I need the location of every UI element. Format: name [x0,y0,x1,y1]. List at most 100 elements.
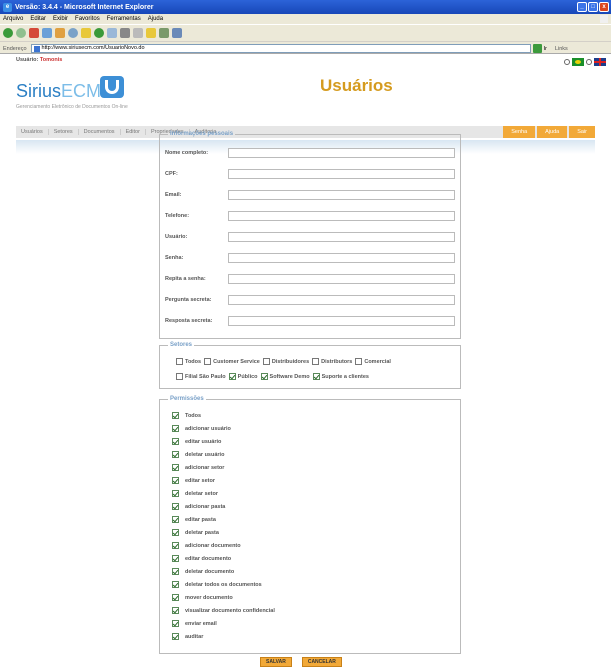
print-icon[interactable] [120,28,130,38]
permission-item[interactable]: auditar [172,633,203,640]
permission-checkbox[interactable] [172,477,179,484]
permission-item[interactable]: adicionar setor [172,464,224,471]
nav-senha-button[interactable]: Senha [503,126,536,138]
lang-en-radio[interactable] [586,59,592,65]
permission-item[interactable]: enviar email [172,620,217,627]
nav-setores[interactable]: Setores [49,129,79,135]
permission-checkbox[interactable] [172,490,179,497]
nav-ajuda-button[interactable]: Ajuda [537,126,568,138]
permission-item[interactable]: deletar documento [172,568,234,575]
setor-checkbox[interactable] [312,358,320,365]
setor-item[interactable]: Distributors [312,358,352,365]
favorites-icon[interactable] [81,28,91,38]
setor-item[interactable]: Todos [176,358,201,365]
setor-checkbox[interactable] [176,358,183,365]
go-icon[interactable] [532,44,542,53]
telefone-input[interactable] [228,211,455,221]
permission-item[interactable]: deletar usuário [172,451,224,458]
home-icon[interactable] [55,28,65,38]
resposta-secreta-input[interactable] [228,316,455,326]
setor-item[interactable]: Comercial [355,358,391,365]
permission-checkbox[interactable] [172,555,179,562]
folder-icon[interactable] [146,28,156,38]
edit-icon[interactable] [133,28,143,38]
permission-item[interactable]: adicionar pasta [172,503,225,510]
permission-checkbox[interactable] [172,620,179,627]
permission-checkbox[interactable] [172,516,179,523]
permission-checkbox[interactable] [172,581,179,588]
repita-senha-input[interactable] [228,274,455,284]
permission-item[interactable]: editar documento [172,555,231,562]
mail-icon[interactable] [107,28,117,38]
cpf-input[interactable] [228,169,455,179]
setor-item[interactable]: Filial São Paulo [176,373,226,380]
usuario-input[interactable] [228,232,455,242]
setor-checkbox[interactable] [312,373,320,380]
menu-exibir[interactable]: Exibir [53,16,68,22]
setor-item[interactable]: Software Demo [260,373,310,380]
cancel-button[interactable]: CANCELAR [301,657,342,667]
permission-checkbox[interactable] [172,607,179,614]
setor-checkbox[interactable] [355,358,363,365]
permission-item[interactable]: deletar todos os documentos [172,581,262,588]
menu-favoritos[interactable]: Favoritos [75,16,100,22]
setor-item[interactable]: Público [228,373,258,380]
permission-item[interactable]: visualizar documento confidencial [172,607,275,614]
nav-editor[interactable]: Editor [121,129,146,135]
permission-item[interactable]: deletar setor [172,490,218,497]
messenger-icon[interactable] [159,28,169,38]
maximize-button[interactable]: □ [588,2,598,12]
permission-item[interactable]: editar setor [172,477,215,484]
permission-checkbox[interactable] [172,464,179,471]
search-icon[interactable] [68,28,78,38]
address-input[interactable]: http://www.siriusecm.com/UsuarioNovo.do [30,44,531,53]
permission-item[interactable]: mover documento [172,594,233,601]
permission-checkbox[interactable] [172,503,179,510]
setor-item[interactable]: Distribuidores [262,358,309,365]
setor-checkbox[interactable] [176,373,183,380]
permission-item[interactable]: adicionar usuário [172,425,231,432]
menu-ajuda[interactable]: Ajuda [148,16,163,22]
uk-flag-icon[interactable] [594,58,606,66]
setor-checkbox[interactable] [204,358,212,365]
go-button[interactable]: Ir [544,46,547,52]
menu-editar[interactable]: Editar [30,16,46,22]
permission-item[interactable]: editar usuário [172,438,221,445]
permission-checkbox[interactable] [172,568,179,575]
nav-usuarios[interactable]: Usuários [16,129,49,135]
refresh-icon[interactable] [42,28,52,38]
menu-arquivo[interactable]: Arquivo [3,16,23,22]
forward-icon[interactable] [16,28,26,38]
setor-checkbox[interactable] [260,373,268,380]
menu-ferramentas[interactable]: Ferramentas [107,16,141,22]
permission-checkbox[interactable] [172,529,179,536]
setor-checkbox[interactable] [262,358,270,365]
permission-item[interactable]: Todos [172,412,201,419]
permission-item[interactable]: adicionar documento [172,542,241,549]
links-button[interactable]: Links [555,46,568,52]
setor-item[interactable]: Customer Service [204,358,260,365]
email-input[interactable] [228,190,455,200]
permission-checkbox[interactable] [172,542,179,549]
permission-checkbox[interactable] [172,594,179,601]
permission-checkbox[interactable] [172,438,179,445]
nav-sair-button[interactable]: Sair [569,126,595,138]
nome-completo-input[interactable] [228,148,455,158]
minimize-button[interactable]: _ [577,2,587,12]
close-button[interactable]: x [599,2,609,12]
brazil-flag-icon[interactable] [572,58,584,66]
stop-icon[interactable] [29,28,39,38]
permission-item[interactable]: deletar pasta [172,529,219,536]
pergunta-secreta-input[interactable] [228,295,455,305]
senha-input[interactable] [228,253,455,263]
permission-checkbox[interactable] [172,451,179,458]
setor-checkbox[interactable] [228,373,236,380]
permission-item[interactable]: editar pasta [172,516,216,523]
permission-checkbox[interactable] [172,412,179,419]
lang-pt-radio[interactable] [564,59,570,65]
back-icon[interactable] [3,28,13,38]
history-icon[interactable] [94,28,104,38]
research-icon[interactable] [172,28,182,38]
permission-checkbox[interactable] [172,425,179,432]
nav-documentos[interactable]: Documentos [79,129,121,135]
